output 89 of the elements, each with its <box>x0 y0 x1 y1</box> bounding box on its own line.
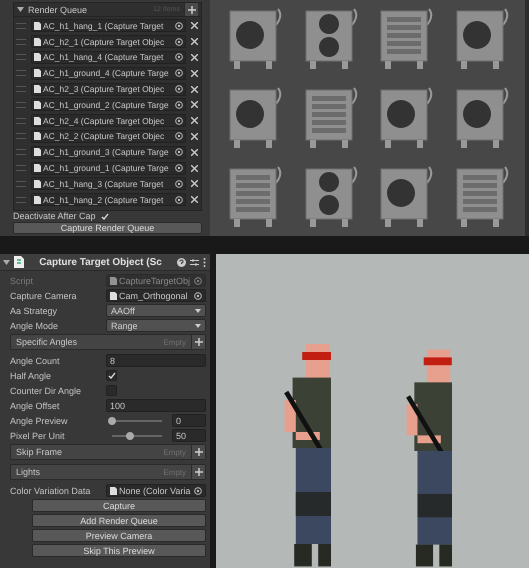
object-field[interactable]: AC_h1_ground_3 (Capture Targe <box>31 146 186 159</box>
foldout-arrow-icon[interactable] <box>17 6 24 13</box>
field-label: Counter Dir Angle <box>10 386 82 396</box>
add-button[interactable] <box>184 3 198 16</box>
object-field[interactable]: AC_h1_ground_2 (Capture Targe <box>31 98 186 112</box>
field-label: Color Variation Data <box>10 486 92 496</box>
plus-icon <box>188 6 196 14</box>
remove-button[interactable] <box>189 84 199 94</box>
action-button[interactable]: Add Render Queue <box>32 514 206 527</box>
remove-button[interactable] <box>189 52 199 62</box>
list-title: Specific Angles <box>16 337 78 347</box>
list-title: Render Queue <box>28 4 88 14</box>
object-field[interactable]: AC_h2_1 (Capture Target Objec <box>31 35 186 48</box>
object-field[interactable]: AC_h1_hang_1 (Capture Target <box>31 19 186 32</box>
script-icon <box>14 256 24 268</box>
dropdown[interactable]: Range <box>106 319 206 332</box>
remove-button[interactable] <box>189 163 199 174</box>
document-icon <box>110 486 117 494</box>
input-field[interactable]: 50 <box>172 429 206 442</box>
field-label: Capture Camera <box>10 290 78 300</box>
field-label: Half Angle <box>10 370 52 380</box>
list-title: Skip Frame <box>16 447 64 457</box>
help-icon[interactable] <box>177 258 186 266</box>
object-field[interactable]: AC_h1_hang_2 (Capture Target <box>31 193 186 206</box>
input-field[interactable]: 100 <box>106 399 206 412</box>
close-icon <box>190 164 198 172</box>
field-label: Pixel Per Unit <box>10 430 66 440</box>
checkmark-icon <box>101 212 110 220</box>
close-icon <box>190 117 198 124</box>
remove-button[interactable] <box>189 178 199 189</box>
add-button[interactable] <box>191 465 205 479</box>
plus-icon <box>194 448 202 456</box>
field-label: Angle Count <box>10 356 61 366</box>
object-field[interactable]: AC_h1_ground_4 (Capture Targe <box>31 66 186 80</box>
object-field[interactable]: AC_h1_ground_1 (Capture Targe <box>31 162 186 175</box>
action-button[interactable]: Capture <box>32 499 206 512</box>
dropdown[interactable]: AAOff <box>106 304 206 317</box>
field-label: Deactivate After Cap <box>13 211 96 222</box>
field-label: Aa Strategy <box>10 306 58 316</box>
field-label: Angle Preview <box>10 416 69 426</box>
close-icon <box>190 22 198 30</box>
close-icon <box>190 54 198 61</box>
add-button[interactable] <box>191 445 205 459</box>
slider-handle[interactable] <box>126 432 134 440</box>
field-label: Script <box>10 276 34 286</box>
target-icon[interactable] <box>194 486 202 494</box>
more-icon[interactable] <box>203 258 206 266</box>
close-icon <box>190 180 198 188</box>
caret-icon <box>195 308 201 312</box>
remove-button[interactable] <box>189 116 199 126</box>
settings-icon[interactable] <box>190 258 199 266</box>
object-field[interactable]: AC_h1_hang_3 (Capture Target <box>31 177 186 190</box>
close-icon <box>190 38 198 46</box>
plus-icon <box>194 338 202 346</box>
close-icon <box>190 101 198 108</box>
object-field[interactable]: AC_h2_2 (Capture Target Objec <box>31 130 186 143</box>
object-field[interactable]: Cam_Orthogonal <box>106 289 206 302</box>
component-title: Capture Target Object (Sc <box>38 256 163 268</box>
remove-button[interactable] <box>189 147 199 158</box>
checkbox[interactable] <box>106 370 117 381</box>
close-icon <box>190 70 198 77</box>
object-field[interactable]: AC_h2_3 (Capture Target Objec <box>31 82 186 96</box>
object-field[interactable]: None (Color Varia <box>106 484 206 497</box>
remove-button[interactable] <box>189 131 199 142</box>
object-field[interactable]: AC_h2_4 (Capture Target Objec <box>31 114 186 128</box>
object-field[interactable]: AC_h1_hang_4 (Capture Target <box>31 50 186 64</box>
foldout-arrow-icon[interactable] <box>3 258 10 266</box>
capture-render-queue-button[interactable]: Capture Render Queue <box>13 222 202 234</box>
remove-button[interactable] <box>189 100 199 110</box>
slider-handle[interactable] <box>108 416 116 424</box>
action-button[interactable]: Skip This Preview <box>32 544 206 557</box>
caret-icon <box>195 324 201 328</box>
input-field[interactable]: 0 <box>172 414 206 427</box>
field-label: Angle Offset <box>10 400 60 410</box>
action-button[interactable]: Preview Camera <box>32 529 206 542</box>
remove-button[interactable] <box>189 36 199 47</box>
close-icon <box>190 132 198 140</box>
plus-icon <box>194 468 202 476</box>
close-icon <box>190 86 198 93</box>
remove-button[interactable] <box>189 20 199 31</box>
add-button[interactable] <box>191 335 205 349</box>
remove-button[interactable] <box>189 194 199 205</box>
input-field[interactable]: 8 <box>106 354 206 367</box>
close-icon <box>190 196 198 204</box>
field-label: Angle Mode <box>10 320 60 330</box>
checkmark-icon <box>108 372 116 379</box>
remove-button[interactable] <box>189 68 199 78</box>
list-title: Lights <box>16 467 42 477</box>
close-icon <box>190 148 198 156</box>
